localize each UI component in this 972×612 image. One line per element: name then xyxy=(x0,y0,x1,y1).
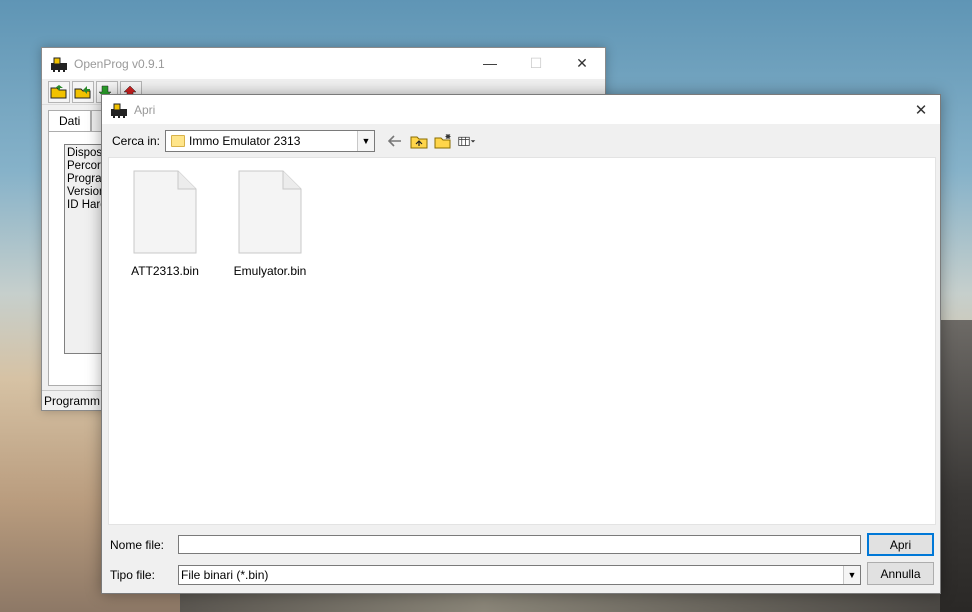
save-file-toolbar-button[interactable] xyxy=(72,80,94,103)
look-in-value: Immo Emulator 2313 xyxy=(189,134,301,148)
file-list-view[interactable]: ATT2313.bin Emulyator.bin xyxy=(108,157,936,525)
dialog-title: Apri xyxy=(134,102,156,117)
openprog-icon xyxy=(50,56,68,72)
look-in-dropdown[interactable]: Immo Emulator 2313 ▼ xyxy=(165,130,375,152)
look-in-label: Cerca in: xyxy=(112,134,161,148)
filename-input[interactable] xyxy=(178,535,861,554)
filename-label: Nome file: xyxy=(110,537,165,552)
file-name: ATT2313.bin xyxy=(131,264,199,278)
open-button[interactable]: Apri xyxy=(867,533,934,556)
filetype-select[interactable]: File binari (*.bin) ▼ xyxy=(178,565,861,585)
main-titlebar[interactable]: OpenProg v0.9.1 — ☐ ✕ xyxy=(42,48,605,79)
back-arrow-icon[interactable] xyxy=(386,132,404,150)
minimize-button[interactable]: — xyxy=(467,48,513,78)
dialog-close-button[interactable]: ✕ xyxy=(908,97,934,123)
filetype-label: Tipo file: xyxy=(110,568,155,582)
document-icon xyxy=(133,170,197,254)
chevron-down-icon[interactable]: ▼ xyxy=(357,131,374,151)
file-name: Emulyator.bin xyxy=(233,264,307,278)
folder-icon xyxy=(171,135,185,147)
cancel-button[interactable]: Annulla xyxy=(867,562,934,585)
open-file-toolbar-button[interactable] xyxy=(48,80,70,103)
file-item-emulyator[interactable]: Emulyator.bin xyxy=(220,170,320,278)
desktop-wallpaper-ground xyxy=(180,592,940,612)
filetype-value: File binari (*.bin) xyxy=(181,568,269,582)
tab-dati[interactable]: Dati xyxy=(48,110,92,132)
save-folder-icon xyxy=(74,85,91,98)
document-icon xyxy=(238,170,302,254)
openprog-icon xyxy=(110,102,128,118)
file-item-att2313[interactable]: ATT2313.bin xyxy=(115,170,215,278)
maximize-button[interactable]: ☐ xyxy=(513,48,559,78)
open-file-dialog: Apri ✕ Cerca in: Immo Emulator 2313 ▼ AT… xyxy=(101,94,941,594)
open-folder-icon xyxy=(50,84,67,98)
up-folder-icon[interactable] xyxy=(410,132,428,150)
view-menu-icon[interactable] xyxy=(458,132,476,150)
chevron-down-icon[interactable]: ▼ xyxy=(843,566,860,584)
close-button[interactable]: ✕ xyxy=(559,48,605,78)
main-window-title: OpenProg v0.9.1 xyxy=(74,56,165,71)
dialog-titlebar[interactable]: Apri ✕ xyxy=(102,95,940,124)
new-folder-icon[interactable] xyxy=(434,132,452,150)
